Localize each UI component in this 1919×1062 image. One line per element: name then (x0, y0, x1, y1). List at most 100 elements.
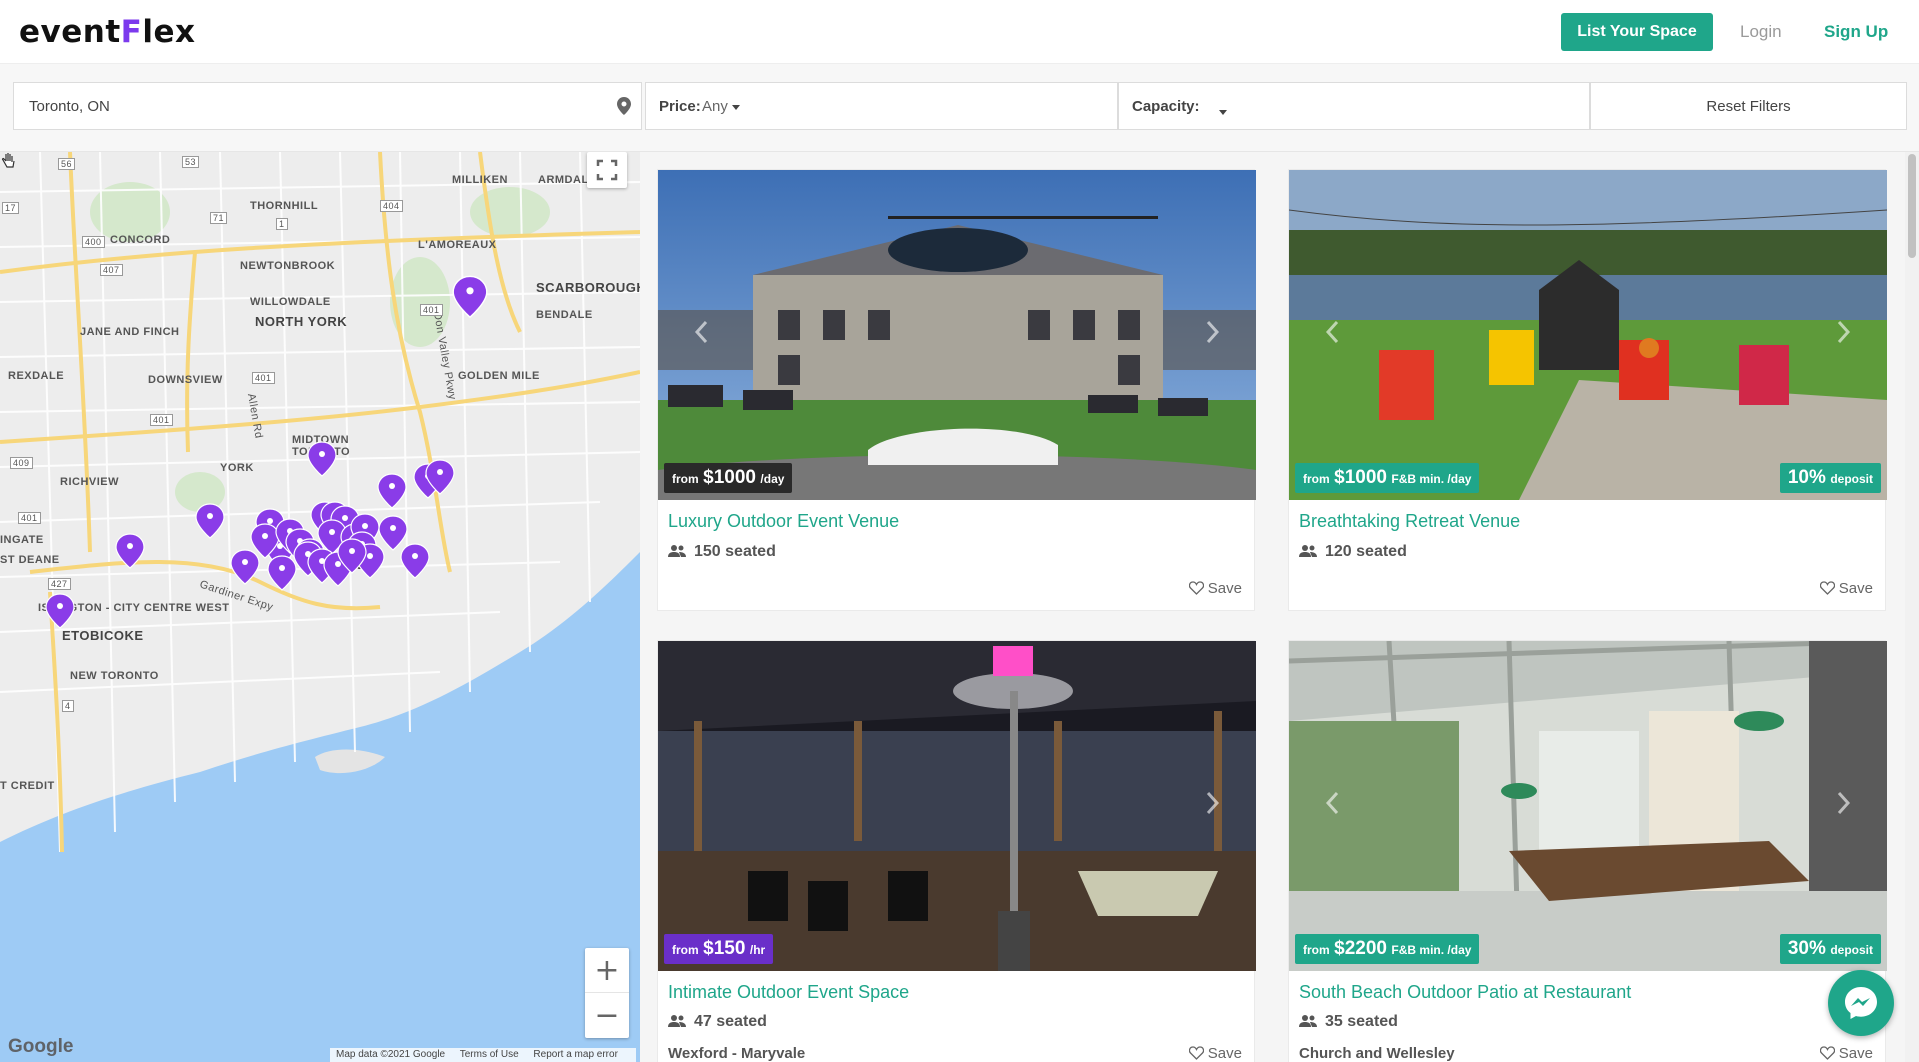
venue-capacity: 47 seated (668, 1013, 767, 1031)
terms-link[interactable]: Terms of Use (460, 1049, 519, 1060)
map-marker[interactable] (378, 515, 408, 551)
venue-photo[interactable]: from $1000 F&B min. /day 10% deposit (1289, 170, 1887, 500)
venue-title[interactable]: Intimate Outdoor Event Space (668, 982, 909, 1003)
list-your-space-button[interactable]: List Your Space (1561, 13, 1713, 51)
venue-title[interactable]: South Beach Outdoor Patio at Restaurant (1299, 982, 1631, 1003)
venue-image (658, 170, 1256, 500)
venue-title[interactable]: Breathtaking Retreat Venue (1299, 511, 1520, 532)
reset-filters-button[interactable]: Reset Filters (1590, 82, 1907, 130)
top-navbar: eventFlex List Your Space Login Sign Up (0, 0, 1919, 64)
listings-scrollbar[interactable] (1905, 152, 1919, 1062)
map-marker[interactable] (115, 533, 145, 569)
map-data-text: Map data ©2021 Google (336, 1049, 446, 1060)
price-unit: /day (760, 472, 785, 486)
carousel-prev-icon[interactable] (1325, 791, 1339, 815)
map-marker[interactable] (195, 503, 225, 539)
price-unit: /hr (749, 943, 766, 957)
google-logo[interactable]: Google (8, 1036, 73, 1058)
logo-text-accent: F (120, 14, 143, 50)
map-marker[interactable] (377, 473, 407, 509)
scrollbar-thumb[interactable] (1908, 154, 1916, 258)
seats-text: 35 seated (1325, 1013, 1398, 1030)
seats-text: 150 seated (694, 543, 776, 560)
save-button[interactable]: Save (1819, 1045, 1873, 1062)
price-dropdown[interactable]: Price: Any (645, 82, 1118, 130)
venue-neighbourhood: Wexford - Maryvale (668, 1045, 806, 1062)
eventflex-logo[interactable]: eventFlex (19, 14, 196, 50)
price-unit: F&B min. /day (1391, 943, 1472, 957)
map-marker[interactable] (267, 555, 297, 591)
logo-text-tail: lex (142, 14, 196, 50)
save-button[interactable]: Save (1819, 580, 1873, 597)
carousel-next-icon[interactable] (1206, 320, 1220, 344)
caret-down-icon (1219, 109, 1227, 115)
map-attribution: Map data ©2021 Google Terms of Use Repor… (330, 1048, 636, 1062)
venue-image (658, 641, 1256, 971)
heart-icon (1819, 581, 1835, 595)
deposit-percent: 10% (1787, 467, 1826, 488)
price-label: Price: (659, 98, 701, 115)
venue-photo[interactable]: from $150 /hr (658, 641, 1256, 971)
capacity-dropdown[interactable]: Capacity: (1118, 82, 1590, 130)
location-input[interactable]: Toronto, ON (13, 82, 642, 130)
map-panel[interactable]: MILLIKEN ARMDAL THORNHILL CONCORD L'AMOR… (0, 152, 640, 1062)
venue-capacity: 120 seated (1299, 543, 1407, 561)
zoom-out-button[interactable]: − (585, 993, 629, 1038)
map-marker[interactable] (45, 593, 75, 629)
price-badge: from $1000 /day (664, 463, 793, 493)
caret-down-icon (731, 104, 740, 110)
deposit-percent: 30% (1787, 938, 1826, 959)
save-label: Save (1207, 1045, 1242, 1062)
price-from: from (1303, 943, 1330, 957)
price-selected: Any (702, 98, 728, 115)
carousel-prev-icon[interactable] (1325, 320, 1339, 344)
heart-icon (1188, 581, 1204, 595)
zoom-control: + − (585, 948, 629, 1038)
map-marker[interactable] (230, 549, 260, 585)
logo-text-main: event (19, 14, 121, 50)
venue-image (1289, 641, 1887, 971)
map-marker[interactable] (307, 441, 337, 477)
save-label: Save (1207, 580, 1242, 597)
users-icon (1299, 1015, 1317, 1027)
messenger-chat-button[interactable] (1828, 970, 1894, 1036)
hand-cursor-icon (1, 153, 15, 168)
zoom-in-button[interactable]: + (585, 948, 629, 993)
filter-bar: Toronto, ON Price: Any Capacity: Reset F… (0, 64, 1919, 152)
venue-card[interactable]: from $1000 /day Luxury Outdoor Event Ven… (657, 169, 1256, 611)
deposit-word: deposit (1830, 472, 1873, 486)
price-from: from (1303, 472, 1330, 486)
venue-card[interactable]: from $1000 F&B min. /day 10% deposit Bre… (1288, 169, 1887, 611)
price-amount: $150 (703, 938, 746, 959)
heart-icon (1819, 1046, 1835, 1060)
save-button[interactable]: Save (1188, 1045, 1242, 1062)
venue-card[interactable]: from $2200 F&B min. /day 30% deposit Sou… (1288, 640, 1887, 1062)
map-pin-icon (617, 97, 631, 115)
price-from: from (672, 943, 699, 957)
carousel-prev-icon[interactable] (694, 320, 708, 344)
venue-photo[interactable]: from $2200 F&B min. /day 30% deposit (1289, 641, 1887, 971)
heart-icon (1188, 1046, 1204, 1060)
capacity-label: Capacity: (1132, 98, 1200, 115)
seats-text: 120 seated (1325, 543, 1407, 560)
price-badge: from $150 /hr (664, 934, 774, 964)
save-button[interactable]: Save (1188, 580, 1242, 597)
fullscreen-button[interactable] (587, 152, 627, 188)
signup-link[interactable]: Sign Up (1824, 22, 1888, 42)
users-icon (668, 545, 686, 557)
deposit-badge: 10% deposit (1779, 463, 1881, 493)
venue-neighbourhood: Church and Wellesley (1299, 1045, 1455, 1062)
listings-panel[interactable]: from $1000 /day Luxury Outdoor Event Ven… (640, 152, 1919, 1062)
carousel-next-icon[interactable] (1837, 320, 1851, 344)
carousel-next-icon[interactable] (1206, 791, 1220, 815)
carousel-next-icon[interactable] (1837, 791, 1851, 815)
venue-card[interactable]: from $150 /hr Intimate Outdoor Event Spa… (657, 640, 1256, 1062)
map-marker[interactable] (400, 543, 430, 579)
venue-photo[interactable]: from $1000 /day (658, 170, 1256, 500)
map-marker[interactable] (452, 275, 488, 318)
report-error-link[interactable]: Report a map error (533, 1049, 617, 1060)
price-amount: $1000 (1334, 467, 1387, 488)
price-amount: $2200 (1334, 938, 1387, 959)
venue-title[interactable]: Luxury Outdoor Event Venue (668, 511, 899, 532)
login-link[interactable]: Login (1740, 22, 1782, 42)
